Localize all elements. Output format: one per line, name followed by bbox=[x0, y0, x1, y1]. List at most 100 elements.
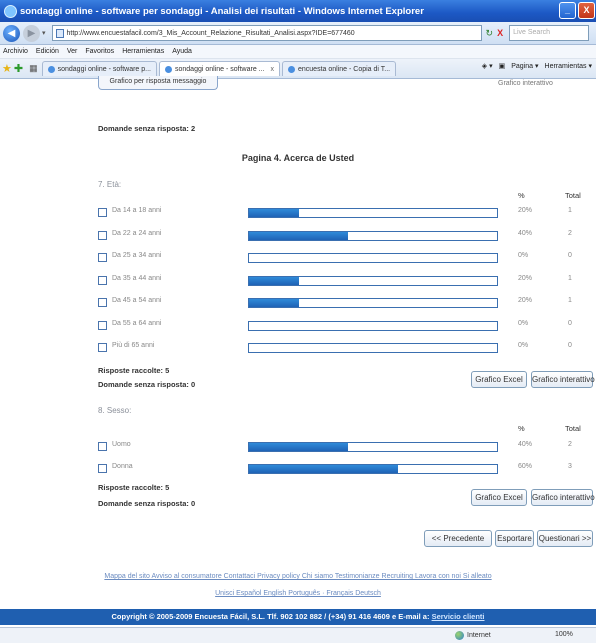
option-total: 0 bbox=[568, 319, 572, 327]
page-menu[interactable]: Pagina ▾ bbox=[511, 62, 538, 70]
window-title: sondaggi online - software per sondaggi … bbox=[20, 5, 424, 17]
quick-tabs-icon[interactable]: ▦ bbox=[29, 63, 38, 74]
security-zone[interactable]: Internet bbox=[455, 631, 491, 640]
option-checkbox[interactable] bbox=[98, 343, 107, 352]
option-percent: 20% bbox=[518, 297, 533, 304]
menu-help[interactable]: Ayuda bbox=[172, 48, 192, 55]
search-input[interactable]: Live Search bbox=[509, 25, 590, 41]
tab-close-icon[interactable]: x bbox=[271, 66, 275, 73]
print-icon[interactable]: ▣ bbox=[499, 62, 506, 70]
option-checkbox[interactable] bbox=[98, 298, 107, 307]
language-links[interactable]: Unisci Español English Português · Franç… bbox=[0, 590, 596, 597]
option-label[interactable]: Donna bbox=[112, 463, 133, 470]
back-button[interactable]: ◀ bbox=[3, 24, 20, 42]
option-label[interactable]: Da 25 a 34 anni bbox=[112, 252, 161, 259]
menu-bar: Archivio Edición Ver Favoritos Herramien… bbox=[0, 45, 596, 59]
page-content: Grafico per risposta messaggio Grafico i… bbox=[0, 76, 596, 625]
interactive-chart-button[interactable]: Grafico interattivo bbox=[531, 371, 595, 388]
menu-edit[interactable]: Edición bbox=[36, 48, 59, 55]
tab-2-label: sondaggi online - software ... bbox=[175, 65, 265, 73]
forward-button[interactable]: ▶ bbox=[23, 24, 40, 42]
option-label[interactable]: Da 22 a 24 anni bbox=[112, 230, 161, 237]
questionnaires-button[interactable]: Questionari >> bbox=[537, 530, 593, 547]
option-percent: 60% bbox=[518, 463, 533, 470]
previous-button[interactable]: << Precedente bbox=[424, 530, 492, 547]
result-bar-fill bbox=[249, 443, 349, 451]
option-row: Da 35 a 44 anni 20% 1 bbox=[98, 274, 588, 288]
add-favorite-icon[interactable]: ✚ bbox=[14, 62, 23, 75]
page-title: Pagina 4. Acerca de Usted bbox=[241, 153, 355, 163]
option-row: Uomo 40% 2 bbox=[98, 440, 588, 454]
cut-off-button[interactable]: Grafico per risposta messaggio bbox=[98, 76, 218, 90]
option-total: 1 bbox=[568, 274, 572, 282]
ie-logo-icon bbox=[4, 4, 17, 18]
option-checkbox[interactable] bbox=[98, 320, 107, 330]
customer-service-link[interactable]: Servicio clienti bbox=[432, 612, 485, 621]
result-bar bbox=[248, 253, 498, 263]
tab-3-label: encuesta online - Copia di T... bbox=[298, 65, 391, 73]
excel-chart-button[interactable]: Grafico Excel bbox=[471, 489, 527, 506]
option-row: Da 25 a 34 anni 0% 0 bbox=[98, 251, 588, 265]
column-header-total: Total bbox=[565, 424, 581, 433]
stop-icon[interactable]: X bbox=[497, 28, 503, 38]
copyright-text: Copyright © 2005-2009 Encuesta Fácil, S.… bbox=[111, 612, 430, 621]
excel-chart-button[interactable]: Grafico Excel bbox=[471, 371, 527, 388]
option-label[interactable]: Da 55 a 64 anni bbox=[112, 320, 161, 327]
result-bar-fill bbox=[249, 299, 299, 307]
tab-favicon bbox=[165, 65, 172, 73]
close-button[interactable]: X bbox=[578, 2, 595, 19]
window-titlebar: sondaggi online - software per sondaggi … bbox=[0, 0, 596, 22]
option-label[interactable]: Da 35 a 44 anni bbox=[112, 275, 161, 282]
export-button[interactable]: Esportare bbox=[495, 530, 534, 547]
result-bar bbox=[248, 208, 498, 218]
interactive-chart-button[interactable]: Grafico interattivo bbox=[531, 489, 595, 506]
menu-view[interactable]: Ver bbox=[67, 48, 78, 55]
option-row: Da 55 a 64 anni 0% 0 bbox=[98, 319, 588, 333]
result-bar bbox=[248, 320, 498, 331]
history-dropdown-icon[interactable]: ▾ bbox=[42, 29, 46, 37]
tab-2[interactable]: sondaggi online - software ... x bbox=[159, 61, 280, 76]
option-row: Da 14 a 18 anni 20% 1 bbox=[98, 206, 588, 220]
option-checkbox[interactable] bbox=[98, 230, 107, 240]
refresh-icon[interactable]: ↻ bbox=[486, 28, 494, 39]
option-label[interactable]: Uomo bbox=[112, 441, 131, 448]
option-checkbox[interactable] bbox=[98, 275, 107, 285]
cut-off-link[interactable]: Grafico interattivo bbox=[498, 80, 553, 87]
option-total: 0 bbox=[568, 342, 572, 349]
option-percent: 0% bbox=[518, 252, 529, 259]
footer-links[interactable]: Mappa del sito Avviso al consumatore Con… bbox=[0, 573, 596, 580]
menu-file[interactable]: Archivio bbox=[3, 48, 28, 55]
result-bar-fill bbox=[249, 209, 299, 217]
option-checkbox[interactable] bbox=[98, 253, 107, 262]
minimize-button[interactable]: _ bbox=[559, 2, 576, 19]
option-checkbox[interactable] bbox=[98, 464, 107, 473]
result-bar-fill bbox=[249, 276, 299, 285]
option-label[interactable]: Più di 65 anni bbox=[112, 342, 154, 349]
menu-favorites[interactable]: Favoritos bbox=[85, 48, 114, 55]
option-label[interactable]: Da 14 a 18 anni bbox=[112, 207, 161, 214]
result-bar bbox=[248, 464, 498, 474]
option-checkbox[interactable] bbox=[98, 208, 107, 217]
tab-favicon bbox=[288, 65, 295, 73]
option-percent: 0% bbox=[518, 319, 529, 327]
tab-1[interactable]: sondaggi online - software p... bbox=[41, 61, 157, 76]
tab-favicon bbox=[47, 65, 55, 73]
option-percent: 40% bbox=[518, 229, 533, 237]
option-total: 1 bbox=[568, 297, 572, 304]
option-checkbox[interactable] bbox=[98, 442, 107, 451]
copyright-bar: Copyright © 2005-2009 Encuesta Fácil, S.… bbox=[0, 609, 596, 625]
feeds-icon[interactable]: ◈ ▾ bbox=[482, 62, 493, 70]
url-text: http://www.encuestafacil.com/3_Mis_Accou… bbox=[66, 29, 355, 37]
tab-3[interactable]: encuesta online - Copia di T... bbox=[282, 61, 397, 76]
option-row: Donna 60% 3 bbox=[98, 462, 588, 476]
tools-menu[interactable]: Herramientas ▾ bbox=[545, 62, 592, 70]
favorites-star-icon[interactable]: ★ bbox=[2, 62, 12, 75]
question-title: 7. Età: bbox=[98, 180, 122, 189]
option-row: Più di 65 anni 0% 0 bbox=[98, 341, 588, 355]
option-total: 2 bbox=[568, 441, 572, 448]
option-label[interactable]: Da 45 a 54 anni bbox=[112, 297, 161, 304]
url-input[interactable]: http://www.encuestafacil.com/3_Mis_Accou… bbox=[51, 25, 482, 41]
unanswered-count: Domande senza risposta: 0 bbox=[98, 499, 196, 508]
zoom-level[interactable]: 100% bbox=[555, 631, 573, 638]
menu-tools[interactable]: Herramientas bbox=[122, 48, 164, 55]
